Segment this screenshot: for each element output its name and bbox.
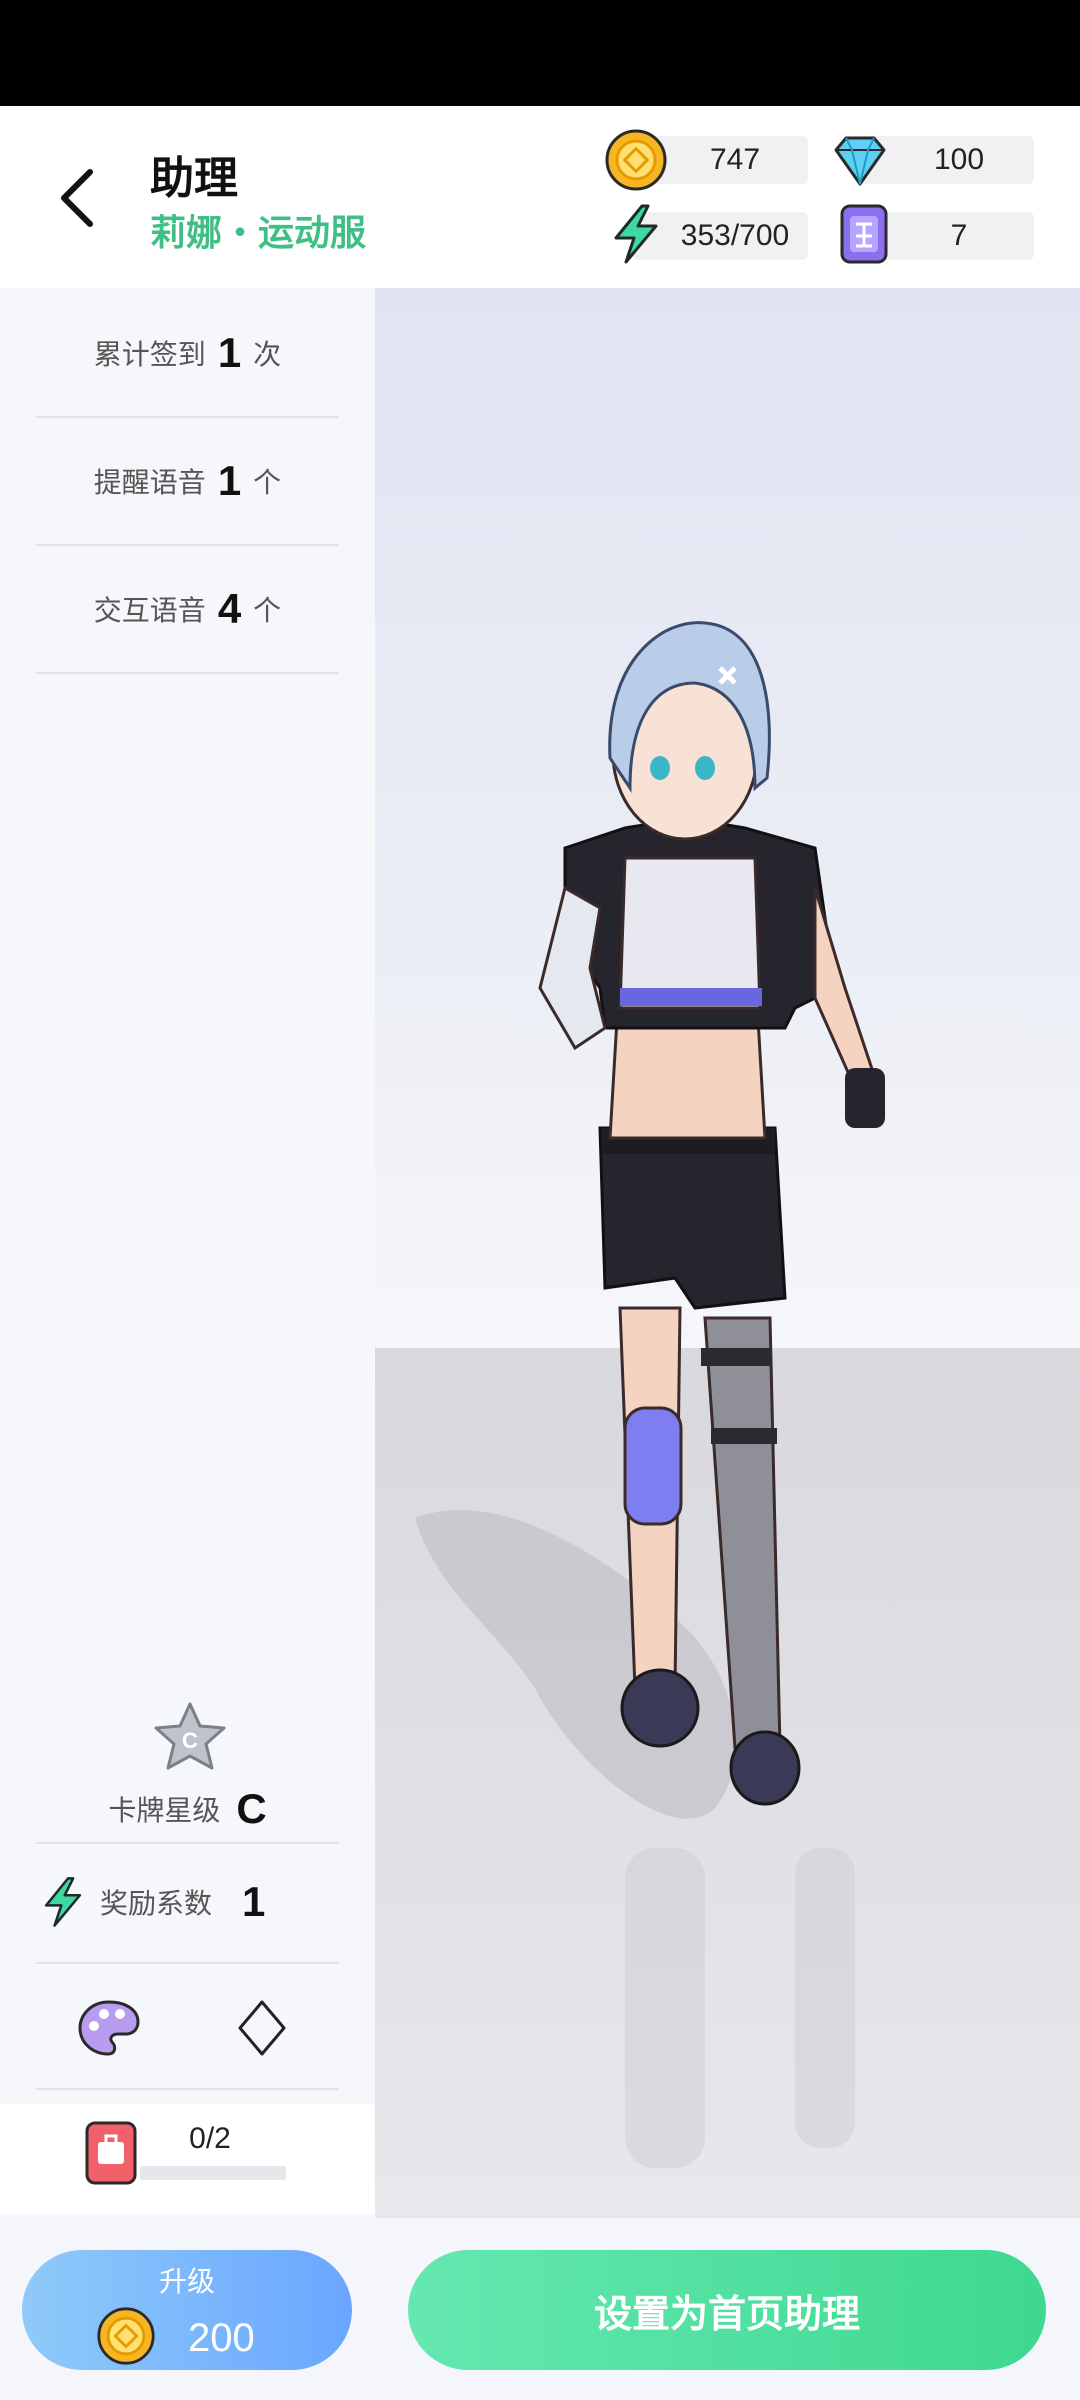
- diamond-outline-icon[interactable]: [232, 1998, 292, 2058]
- bottom-bar: 升级 200 设置为首页助理: [0, 2218, 1080, 2400]
- stat-unit: 个: [253, 595, 282, 626]
- bag-count: 0/2: [189, 2122, 231, 2155]
- upgrade-label: 升级: [158, 2266, 215, 2297]
- lightning-icon: [44, 1877, 82, 1927]
- star-grade: C: [236, 1785, 267, 1832]
- character-stage[interactable]: [375, 288, 1080, 2218]
- stat-sign-in: 累计签到 1 次: [36, 290, 339, 418]
- bag-area: 0/2: [0, 2104, 375, 2214]
- coin-icon: [605, 129, 667, 191]
- stat-value: 4: [217, 585, 242, 632]
- bag-progress: [140, 2166, 286, 2180]
- stat-value: 1: [217, 329, 242, 376]
- diamond-icon: [834, 136, 886, 186]
- back-button[interactable]: [44, 158, 108, 238]
- upgrade-button[interactable]: 升级 200: [22, 2250, 352, 2370]
- stat-unit: 次: [253, 339, 282, 370]
- page-title: 助理: [150, 154, 238, 203]
- stat-label: 累计签到: [93, 339, 206, 370]
- stat-label: 提醒语音: [93, 467, 206, 498]
- character-outfit-name: 莉娜・运动服: [150, 212, 367, 253]
- energy-value: 353/700: [680, 219, 790, 252]
- status-bar: [0, 0, 1080, 106]
- reward-value: 1: [242, 1878, 266, 1925]
- reward-row: 奖励系数 1: [36, 1842, 339, 1964]
- chevron-left-icon: [61, 169, 93, 227]
- coins-value: 747: [709, 143, 761, 176]
- stat-value: 1: [217, 457, 242, 504]
- star-grade-icon: C: [154, 1702, 226, 1770]
- stat-interaction-voice: 交互语音 4 个: [36, 546, 339, 674]
- svg-text:C: C: [182, 1728, 198, 1753]
- action-icons-row: [36, 1968, 339, 2090]
- tickets-value: 7: [950, 219, 968, 252]
- star-label: 卡牌星级: [108, 1795, 221, 1826]
- stat-reminder-voice: 提醒语音 1 个: [36, 418, 339, 546]
- character-figure: [415, 621, 885, 2168]
- ticket-icon: [840, 204, 888, 264]
- palette-icon[interactable]: [76, 1998, 142, 2058]
- diamonds-value: 100: [933, 143, 985, 176]
- header: 助理 莉娜・运动服 747 100 353/700 7: [0, 106, 1080, 286]
- coin-icon: [97, 2307, 155, 2365]
- card-star-row: 卡牌星级 C: [36, 1776, 339, 1844]
- stat-label: 交互语音: [93, 595, 206, 626]
- reward-label: 奖励系数: [100, 1888, 213, 1919]
- lightning-icon: [614, 204, 658, 264]
- bag-icon[interactable]: [84, 2120, 138, 2186]
- upgrade-cost: 200: [188, 2316, 255, 2360]
- stat-unit: 个: [253, 467, 282, 498]
- set-home-assistant-button[interactable]: 设置为首页助理: [408, 2250, 1046, 2370]
